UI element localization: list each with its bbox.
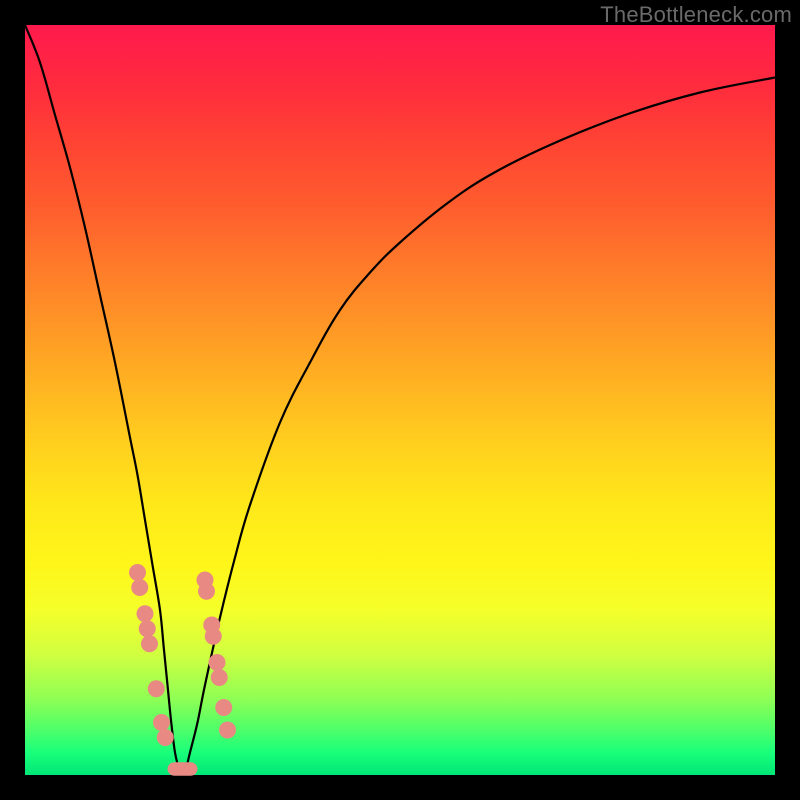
- data-marker: [215, 699, 232, 716]
- vertex-marker: [168, 762, 198, 776]
- data-marker: [139, 620, 156, 637]
- data-marker: [148, 680, 165, 697]
- curve-svg: [25, 25, 775, 775]
- data-marker: [141, 635, 158, 652]
- markers-left-cluster: [129, 564, 174, 746]
- data-marker: [209, 654, 226, 671]
- data-marker: [157, 729, 174, 746]
- curve-right-branch: [183, 78, 776, 776]
- data-marker: [205, 628, 222, 645]
- data-marker: [219, 722, 236, 739]
- curve-left-branch: [25, 25, 183, 775]
- data-marker: [137, 605, 154, 622]
- plot-area: [25, 25, 775, 775]
- data-marker: [153, 714, 170, 731]
- markers-right-cluster: [197, 572, 237, 739]
- data-marker: [211, 669, 228, 686]
- watermark-text: TheBottleneck.com: [600, 2, 792, 28]
- chart-frame: TheBottleneck.com: [0, 0, 800, 800]
- data-marker: [129, 564, 146, 581]
- data-marker: [131, 579, 148, 596]
- data-marker: [198, 583, 215, 600]
